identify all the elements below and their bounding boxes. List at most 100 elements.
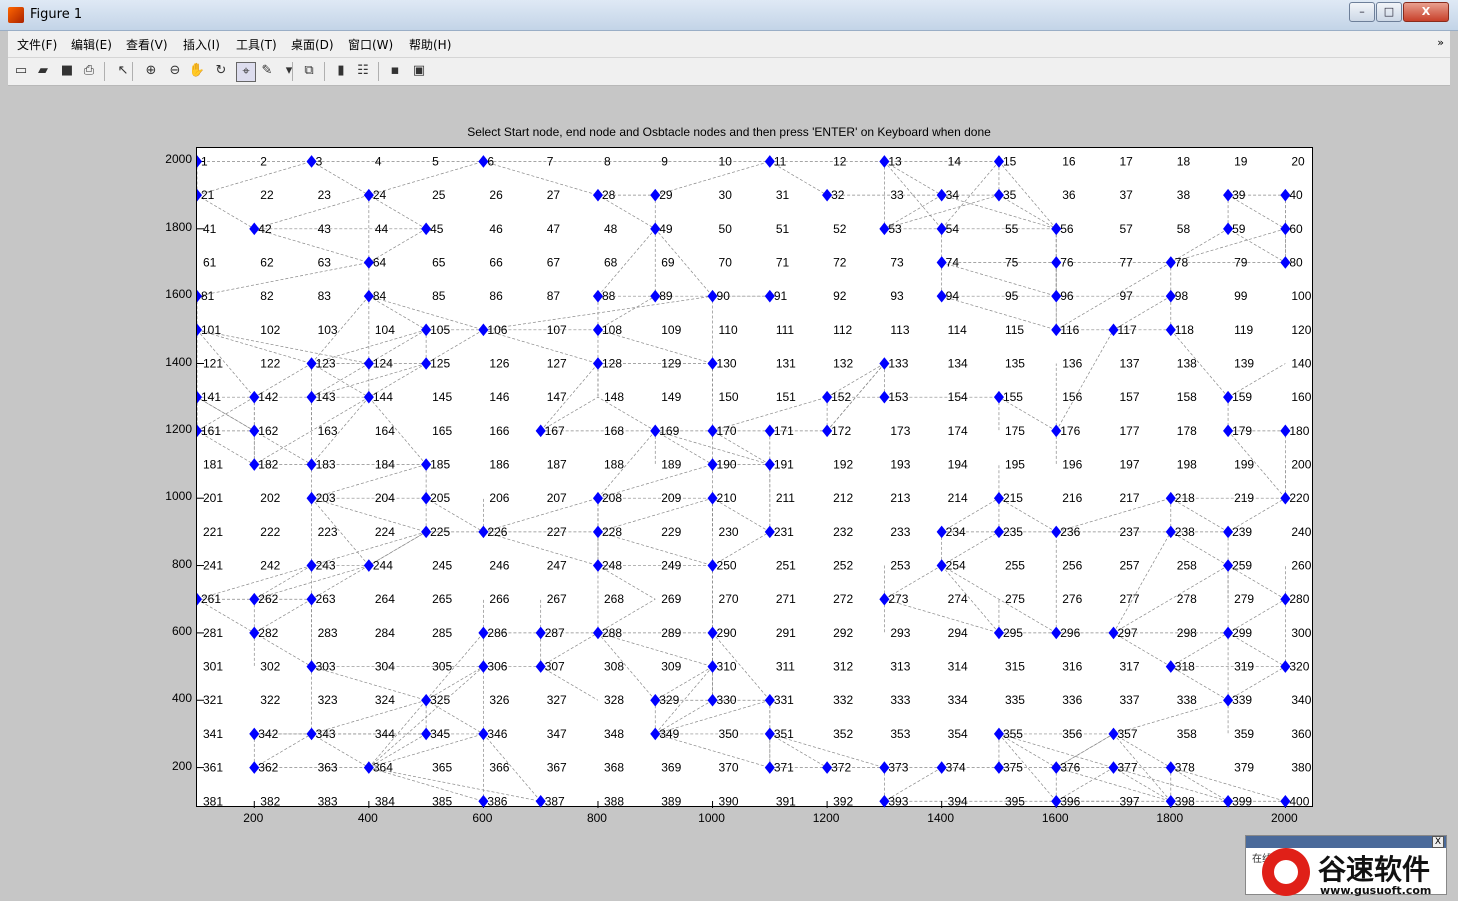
node-label: 385 [432, 794, 452, 808]
menu-insert[interactable]: 插入(I) [183, 36, 220, 53]
node-label: 305 [432, 660, 452, 674]
node-label: 25 [432, 188, 446, 202]
menu-view[interactable]: 查看(V) [126, 36, 168, 53]
hide-tools-icon[interactable]: ▪ [386, 62, 404, 80]
folder-open-icon[interactable]: ▰ [34, 62, 52, 80]
node-label: 227 [547, 525, 567, 539]
node-label: 321 [203, 693, 223, 707]
node-label: 80 [1289, 255, 1303, 269]
node-label: 157 [1120, 390, 1140, 404]
node-label: 91 [774, 289, 788, 303]
node-label: 136 [1062, 357, 1082, 371]
node-label: 19 [1234, 154, 1248, 168]
node-label: 26 [489, 188, 503, 202]
node-label: 52 [833, 222, 847, 236]
graph-edge [1113, 531, 1172, 634]
node-label: 282 [258, 626, 278, 640]
node-label: 376 [1060, 761, 1080, 775]
node-label: 360 [1291, 727, 1311, 741]
node-label: 228 [602, 525, 622, 539]
node-label: 329 [659, 693, 679, 707]
node-label: 187 [547, 458, 567, 472]
hand-icon[interactable]: ✋ [188, 62, 206, 80]
node-label: 259 [1232, 559, 1252, 573]
node-label: 124 [373, 357, 393, 371]
close-button[interactable]: X [1403, 2, 1449, 22]
zoom-in-icon[interactable]: ⊕ [142, 62, 160, 80]
node-label: 384 [375, 794, 395, 808]
y-tick-label: 2000 [165, 152, 192, 167]
toolbar-separator [132, 62, 133, 81]
node-label: 13 [888, 154, 902, 168]
node-label: 148 [604, 390, 624, 404]
menu-file[interactable]: 文件(F) [17, 36, 57, 53]
menu-desktop[interactable]: 桌面(D) [291, 36, 334, 53]
node-label: 78 [1175, 255, 1189, 269]
rotate-icon[interactable]: ↻ [212, 62, 230, 80]
node-label: 96 [1060, 289, 1074, 303]
node-label: 22 [260, 188, 274, 202]
node-label: 14 [948, 154, 962, 168]
node-label: 248 [602, 559, 622, 573]
node-label: 177 [1120, 424, 1140, 438]
minimize-button[interactable]: – [1349, 2, 1375, 22]
link-icon[interactable]: ⧉ [300, 62, 318, 80]
brush-icon[interactable]: ✎ [258, 62, 276, 80]
menu-help[interactable]: 帮助(H) [409, 36, 451, 53]
node-label: 82 [260, 289, 274, 303]
save-icon[interactable]: ■ [58, 62, 76, 80]
node-label: 389 [661, 794, 681, 808]
node-label: 312 [833, 660, 853, 674]
new-icon[interactable]: ▭ [12, 62, 30, 80]
node-label: 359 [1234, 727, 1254, 741]
node-label: 178 [1177, 424, 1197, 438]
node-label: 3 [316, 154, 323, 168]
node-label: 104 [375, 323, 395, 337]
x-tick-label: 400 [357, 811, 378, 825]
node-label: 276 [1062, 592, 1082, 606]
node-label: 362 [258, 761, 278, 775]
data-cursor-icon[interactable]: ⌖ [236, 62, 256, 82]
node-label: 71 [776, 255, 790, 269]
pointer-arrow-icon[interactable]: ↖ [114, 62, 132, 80]
node-label: 37 [1120, 188, 1134, 202]
node-label: 242 [260, 559, 280, 573]
y-tick-label: 400 [171, 691, 192, 706]
node-label: 54 [946, 222, 960, 236]
node-label: 378 [1175, 761, 1195, 775]
node-label: 266 [489, 592, 509, 606]
menu-window[interactable]: 窗口(W) [348, 36, 393, 53]
node-label: 220 [1289, 491, 1309, 505]
node-label: 343 [316, 727, 336, 741]
node-label: 345 [430, 727, 450, 741]
colorbar-icon[interactable]: ▮ [332, 62, 350, 80]
maximize-button[interactable]: □ [1376, 2, 1402, 22]
node-label: 27 [547, 188, 561, 202]
node-label: 339 [1232, 693, 1252, 707]
node-label: 257 [1120, 559, 1140, 573]
zoom-out-icon[interactable]: ⊖ [166, 62, 184, 80]
node-label: 395 [1005, 794, 1025, 808]
node-label: 140 [1291, 357, 1311, 371]
print-icon[interactable]: ⎙ [80, 62, 98, 80]
menu-overflow-chevron-icon[interactable]: » [1437, 36, 1444, 49]
legend-icon[interactable]: ☷ [354, 62, 372, 80]
node-label: 162 [258, 424, 278, 438]
node-label: 133 [888, 357, 908, 371]
node-label: 369 [661, 761, 681, 775]
node-label: 135 [1005, 357, 1025, 371]
dropdown-arrow-icon[interactable]: ▾ [280, 62, 298, 80]
node-label: 106 [487, 323, 507, 337]
menu-tools[interactable]: 工具(T) [236, 36, 277, 53]
node-label: 101 [201, 323, 221, 337]
node-label: 107 [547, 323, 567, 337]
node-label: 147 [547, 390, 567, 404]
node-label: 77 [1120, 255, 1134, 269]
menu-edit[interactable]: 编辑(E) [71, 36, 112, 53]
show-tools-icon[interactable]: ▣ [410, 62, 428, 80]
node-label: 399 [1232, 794, 1252, 808]
node-label: 289 [661, 626, 681, 640]
plot-axes[interactable]: 1 2 3 4 5 6 7 8 9 10 11 12 13 14 15 16 17 18 19 20 21 22 23 24 2… [196, 147, 1313, 808]
node-label: 179 [1232, 424, 1252, 438]
node-label: 132 [833, 357, 853, 371]
